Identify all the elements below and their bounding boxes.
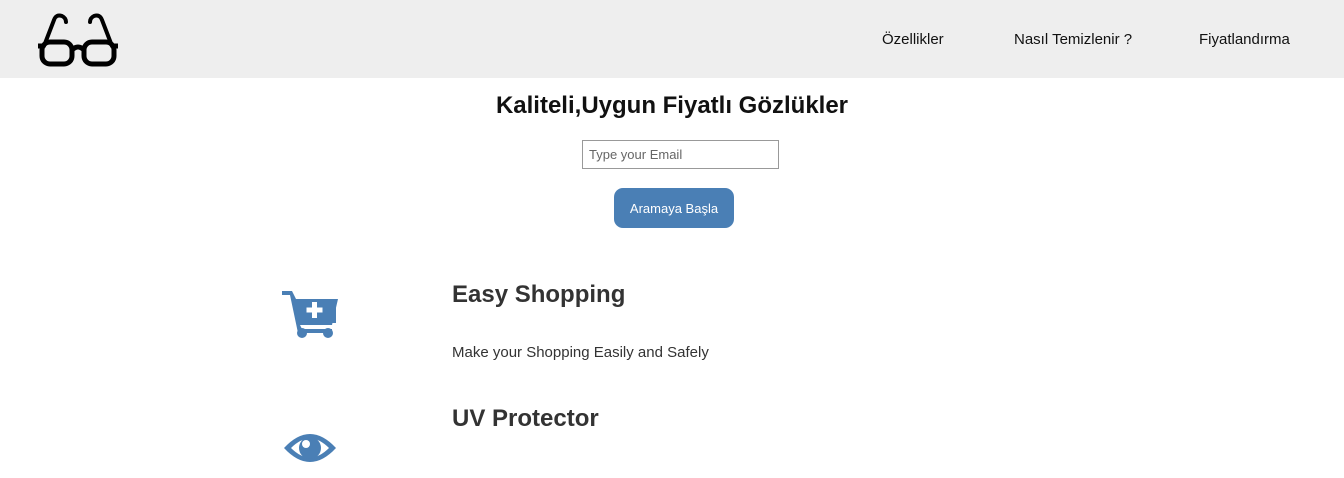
feature-title-uv-protector: UV Protector [452,405,599,432]
start-search-button[interactable]: Aramaya Başla [614,188,734,228]
email-input[interactable] [582,140,779,169]
eye-icon [284,434,336,462]
hero-title: Kaliteli,Uygun Fiyatlı Gözlükler [495,92,849,119]
feature-title-easy-shopping: Easy Shopping [452,281,626,308]
nav-link-cleaning[interactable]: Nasıl Temizlenir ? [1014,31,1132,48]
cart-plus-icon [282,291,338,338]
nav-link-pricing[interactable]: Fiyatlandırma [1199,31,1290,48]
feature-description-easy-shopping: Make your Shopping Easily and Safely [452,344,709,361]
site-header: Özellikler Nasıl Temizlenir ? Fiyatlandı… [0,0,1344,78]
nav-link-features[interactable]: Özellikler [882,31,944,48]
glasses-icon[interactable] [38,12,118,68]
